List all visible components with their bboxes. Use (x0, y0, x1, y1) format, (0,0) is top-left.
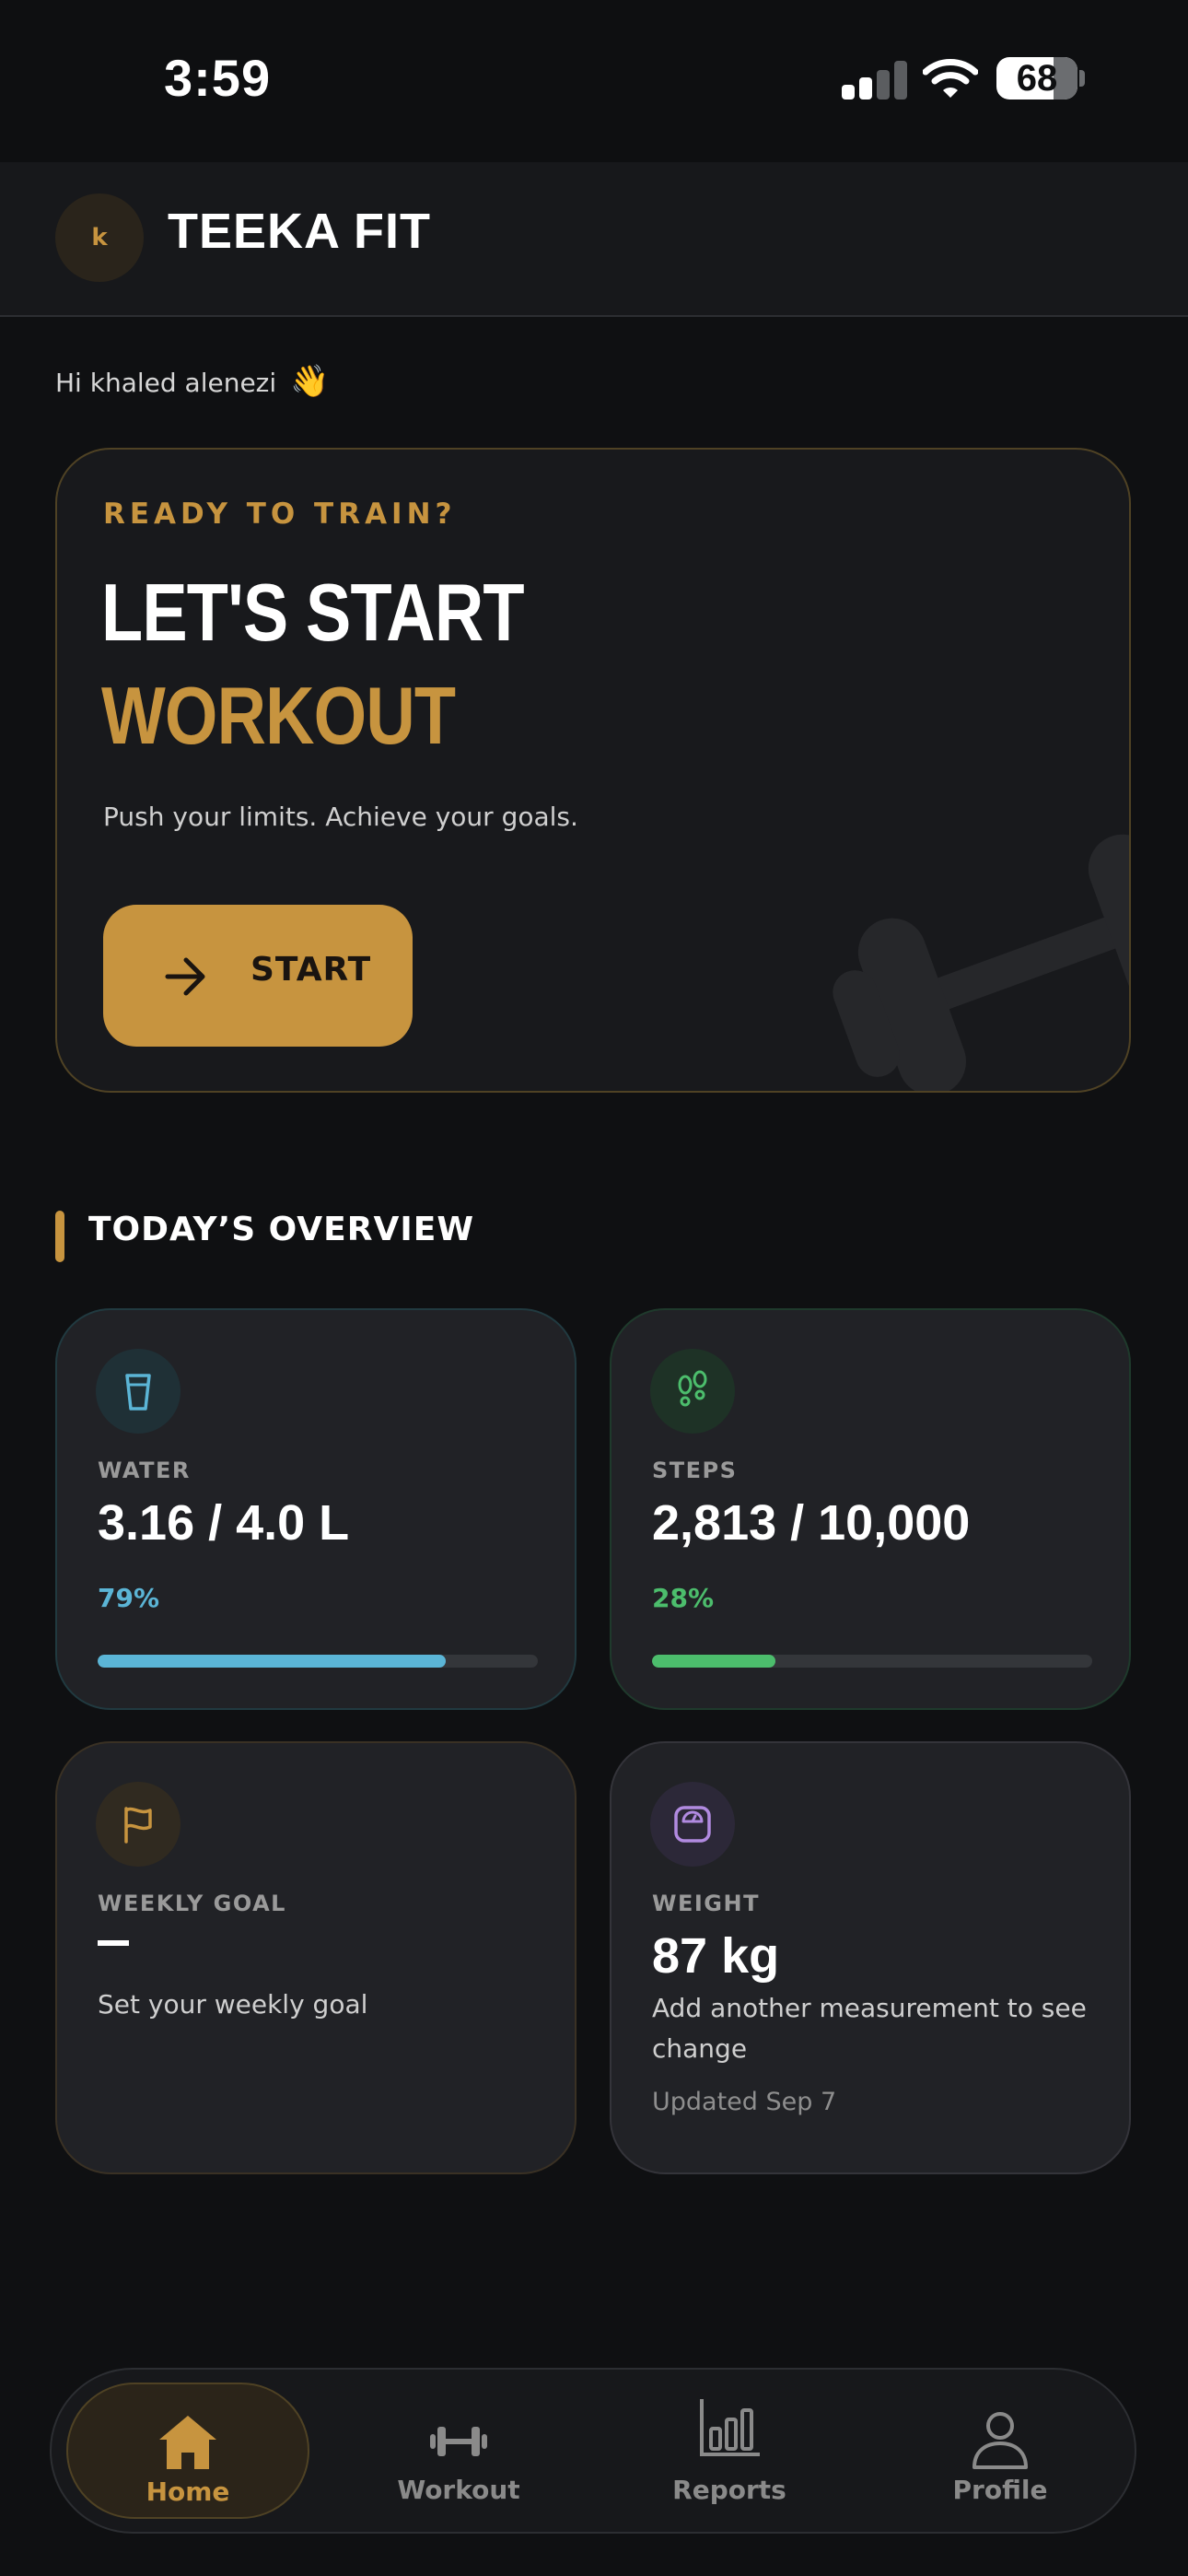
tab-profile[interactable]: Profile (879, 2383, 1122, 2519)
weekly-goal-value (98, 1940, 129, 1946)
tab-label-workout: Workout (397, 2475, 520, 2505)
person-icon (973, 2412, 1028, 2469)
water-glass-icon (96, 1349, 181, 1434)
start-workout-button[interactable]: START (103, 905, 413, 1047)
water-progress-bar (98, 1655, 538, 1668)
home-icon (159, 2416, 216, 2469)
section-accent-bar (55, 1211, 64, 1262)
scale-icon (650, 1782, 735, 1867)
tab-workout[interactable]: Workout (337, 2383, 580, 2519)
status-bar: 3:59 68 (0, 0, 1188, 162)
steps-progress-fill (652, 1655, 775, 1668)
status-time: 3:59 (164, 49, 272, 107)
tab-label-home: Home (146, 2476, 230, 2507)
weight-updated: Updated Sep 7 (652, 2088, 837, 2116)
weekly-goal-card[interactable]: WEEKLY GOAL Set your weekly goal (55, 1741, 577, 2174)
weekly-goal-note: Set your weekly goal (98, 1989, 368, 2020)
weekly-goal-label: WEEKLY GOAL (98, 1891, 286, 1916)
greeting-text: Hi khaled alenezi (55, 368, 277, 398)
water-card[interactable]: WATER 3.16 / 4.0 L 79% (55, 1308, 577, 1710)
dumbbell-watermark-icon (833, 834, 1129, 1091)
water-percent: 79% (98, 1583, 160, 1613)
start-workout-card: READY TO TRAIN? LET'S START WORKOUT Push… (55, 448, 1131, 1093)
tab-label-reports: Reports (672, 2475, 786, 2505)
cellular-signal-icon (842, 61, 907, 100)
steps-percent: 28% (652, 1583, 715, 1613)
tab-home[interactable]: Home (66, 2383, 309, 2519)
weight-card[interactable]: WEIGHT 87 kg Add another measurement to … (610, 1741, 1131, 2174)
arrow-right-icon (165, 957, 205, 996)
dumbbell-icon (430, 2427, 487, 2456)
section-title: TODAY’S OVERVIEW (88, 1211, 475, 1248)
tab-label-profile: Profile (952, 2475, 1048, 2505)
bar-chart-icon (700, 2399, 760, 2456)
battery-level: 68 (1016, 58, 1058, 99)
app-header: k TEEKA FIT (0, 162, 1188, 317)
water-value: 3.16 / 4.0 L (98, 1495, 350, 1551)
tab-reports[interactable]: Reports (608, 2383, 851, 2519)
hero-subtitle: Push your limits. Achieve your goals. (103, 802, 578, 832)
bottom-tab-bar: Home Workout Reports Profile (50, 2368, 1136, 2534)
hero-heading-line2: WORKOUT (101, 670, 456, 761)
steps-card[interactable]: STEPS 2,813 / 10,000 28% (610, 1308, 1131, 1710)
battery-icon: 68 (996, 57, 1077, 100)
weight-label: WEIGHT (652, 1891, 760, 1916)
waving-hand-icon: 👋 (290, 363, 330, 400)
steps-label: STEPS (652, 1458, 738, 1483)
wifi-icon (923, 59, 978, 98)
greeting: Hi khaled alenezi 👋 (55, 363, 329, 400)
hero-heading-line1: LET'S START (101, 567, 525, 658)
app-title: TEEKA FIT (168, 204, 431, 259)
flag-icon (96, 1782, 181, 1867)
weight-value: 87 kg (652, 1928, 780, 1984)
battery-tip (1079, 70, 1085, 87)
avatar[interactable]: k (55, 193, 144, 282)
start-button-label: START (250, 951, 372, 989)
water-label: WATER (98, 1458, 191, 1483)
steps-progress-bar (652, 1655, 1092, 1668)
hero-eyebrow: READY TO TRAIN? (103, 498, 457, 531)
water-progress-fill (98, 1655, 446, 1668)
weight-note: Add another measurement to see change (652, 1993, 1087, 2064)
steps-value: 2,813 / 10,000 (652, 1495, 971, 1551)
footprints-icon (650, 1349, 735, 1434)
